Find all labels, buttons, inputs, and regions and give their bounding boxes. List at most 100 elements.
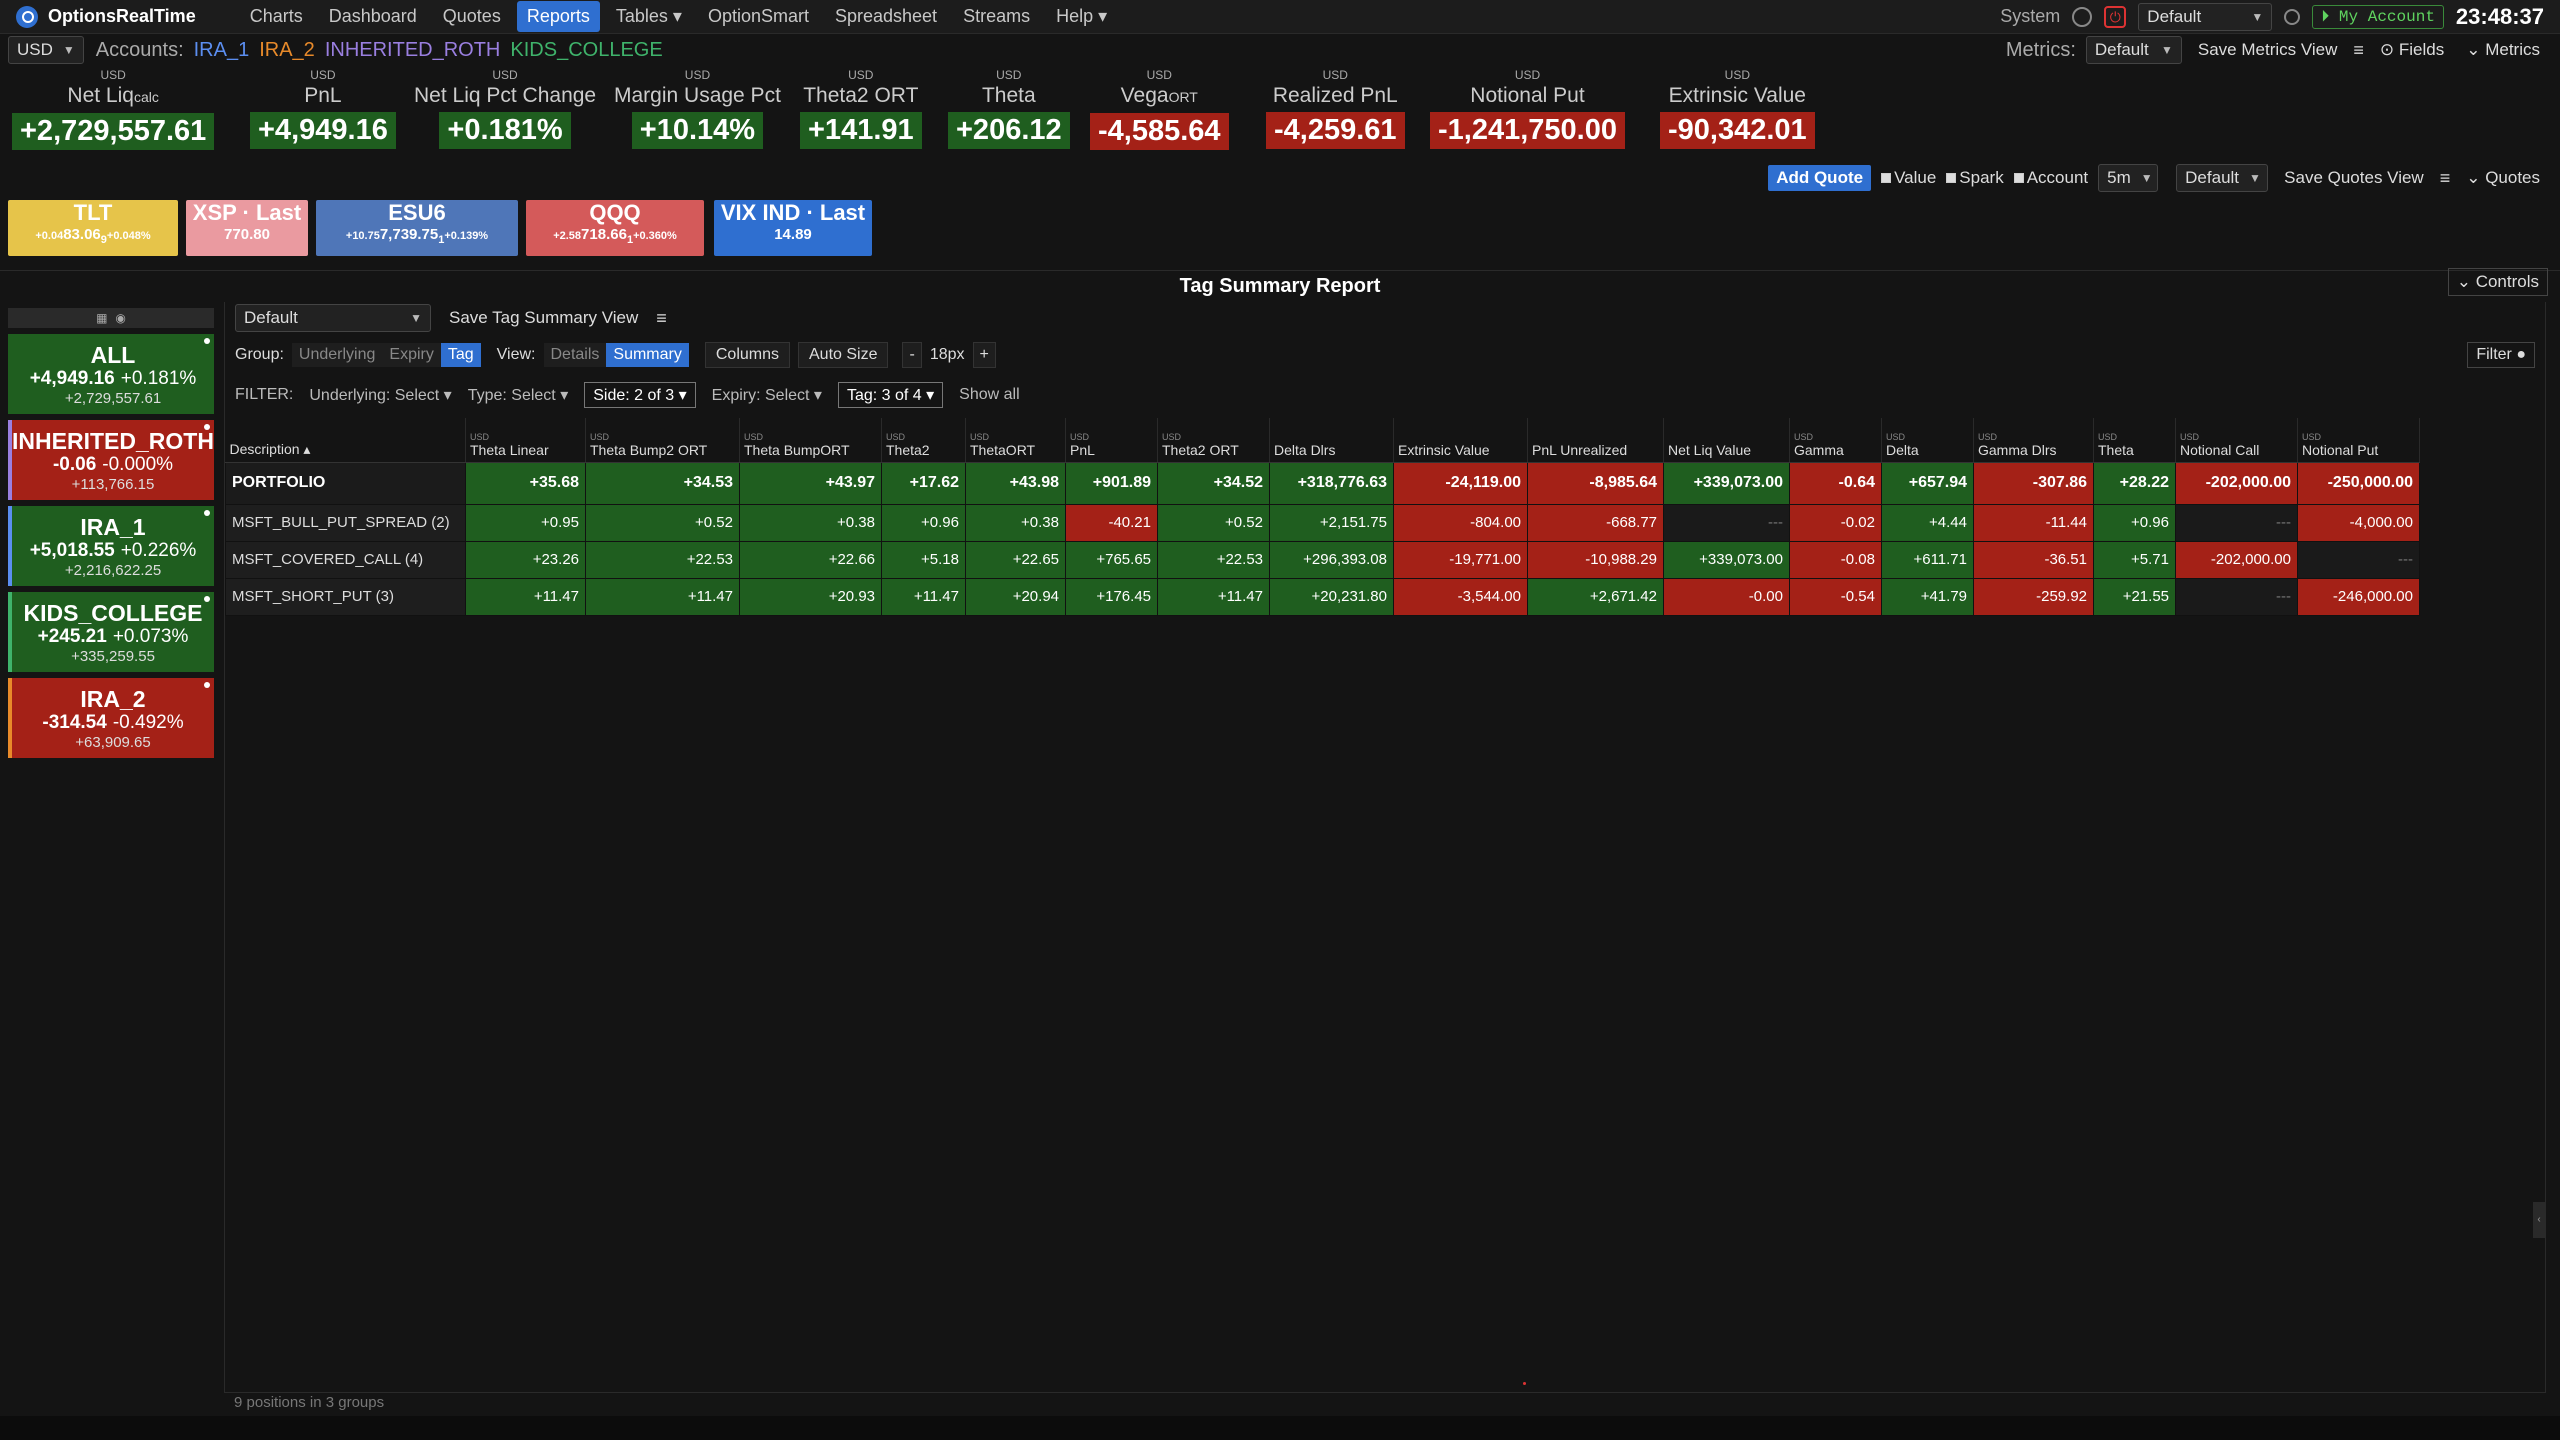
filter-2[interactable]: Side: 2 of 3 ▾ — [584, 382, 696, 408]
app-logo[interactable]: OptionsRealTime — [16, 5, 196, 28]
column-header[interactable]: Extrinsic Value — [1393, 418, 1528, 463]
table-row[interactable]: MSFT_COVERED_CALL (4) +23.26 +22.53 +22.66 +… — [225, 540, 2420, 579]
auto-size-button[interactable]: Auto Size — [798, 342, 889, 368]
column-header[interactable]: Delta Dlrs — [1269, 418, 1394, 463]
system-label[interactable]: System — [2000, 6, 2060, 27]
filter-button[interactable]: Filter ● — [2467, 342, 2535, 368]
columns-button[interactable]: Columns — [704, 342, 790, 368]
interval-select[interactable]: 5m ▼ — [2098, 164, 2159, 192]
column-header[interactable]: USD Notional Put — [2297, 418, 2420, 463]
table-cell: +765.65 — [1065, 540, 1158, 579]
column-header[interactable]: USD ThetaORT — [965, 418, 1066, 463]
nav-item-8[interactable]: Help ▾ — [1046, 1, 1117, 32]
metric-name: Margin Usage Pct — [614, 84, 781, 108]
filter-4[interactable]: Tag: 3 of 4 ▾ — [837, 382, 944, 408]
nav-item-7[interactable]: Streams — [953, 1, 1040, 32]
quote-tile[interactable]: ESU6 +10.757,739.751+0.139% — [316, 200, 518, 256]
column-header[interactable]: USD Gamma — [1789, 418, 1882, 463]
account-card-ira_2[interactable]: IRA_2 -314.54 -0.492% +63,909.65 — [8, 678, 214, 758]
column-header[interactable]: Description ▴ — [225, 418, 466, 463]
view-option-details[interactable]: Details — [543, 343, 607, 367]
account-checkbox[interactable]: Account — [2013, 168, 2088, 188]
filter-1[interactable]: Type: Select ▾ — [468, 385, 569, 405]
quotes-button[interactable]: ⌄ Quotes — [2460, 165, 2546, 191]
status-dot — [204, 682, 210, 688]
filter-5[interactable]: Show all — [959, 386, 1019, 404]
table-cell: +11.47 — [881, 577, 966, 616]
column-header[interactable]: USD Theta2 ORT — [1157, 418, 1270, 463]
account-card-kids_college[interactable]: KIDS_COLLEGE +245.21 +0.073% +335,259.55 — [8, 592, 214, 672]
column-header[interactable]: PnL Unrealized — [1527, 418, 1664, 463]
table-cell: +2,151.75 — [1269, 503, 1394, 542]
menu-icon[interactable]: ≡ — [656, 308, 667, 329]
nav-item-5[interactable]: OptionSmart — [698, 1, 819, 32]
metrics-view-select[interactable]: Default ▼ — [2085, 36, 2182, 64]
save-metrics-view-button[interactable]: Save Metrics View — [2192, 37, 2344, 63]
column-header[interactable]: Net Liq Value — [1663, 418, 1790, 463]
filter-0[interactable]: Underlying: Select ▾ — [309, 385, 451, 405]
refresh-icon[interactable] — [2072, 6, 2093, 27]
currency-select[interactable]: USD ▼ — [8, 36, 84, 64]
metric-unit: USD — [492, 68, 518, 82]
table-row[interactable]: MSFT_SHORT_PUT (3) +11.47 +11.47 +20.93 +11.… — [225, 577, 2420, 616]
view-option-summary[interactable]: Summary — [606, 343, 689, 367]
column-header[interactable]: USD Theta2 — [881, 418, 966, 463]
account-card-all[interactable]: ALL +4,949.16 +0.181% +2,729,557.61 — [8, 334, 214, 414]
table-row[interactable]: PORTFOLIO +35.68 +34.53 +43.97 +17.62 +43.98 +… — [225, 461, 2420, 505]
menu-icon[interactable]: ≡ — [2353, 40, 2364, 61]
my-account-button[interactable]: ⏵ My Account — [2312, 4, 2444, 29]
column-header[interactable]: USD Theta — [2093, 418, 2176, 463]
grid-icon[interactable]: ▦ — [96, 311, 107, 325]
nav-item-1[interactable]: Dashboard — [319, 1, 427, 32]
group-option-tag[interactable]: Tag — [440, 343, 481, 367]
column-header[interactable]: USD Notional Call — [2175, 418, 2298, 463]
column-header[interactable]: USD PnL — [1065, 418, 1158, 463]
metric-name: Theta2 ORT — [800, 84, 922, 108]
quote-tile[interactable]: XSP · Last 770.80 — [186, 200, 308, 256]
column-name: Delta — [1886, 441, 1919, 458]
controls-button[interactable]: ⌄ Controls — [2447, 268, 2548, 296]
account-card-inherited_roth[interactable]: INHERITED_ROTH -0.06 -0.000% +113,766.15 — [8, 420, 214, 500]
nav-item-6[interactable]: Spreadsheet — [825, 1, 947, 32]
quote-tile[interactable]: TLT +0.0483.069+0.048% — [8, 200, 178, 256]
account-link-kids_college[interactable]: KIDS_COLLEGE — [510, 39, 662, 61]
nav-item-3[interactable]: Reports — [516, 1, 600, 32]
save-quotes-view-button[interactable]: Save Quotes View — [2278, 165, 2430, 191]
column-header[interactable]: USD Gamma Dlrs — [1973, 418, 2094, 463]
save-tag-summary-view-button[interactable]: Save Tag Summary View — [443, 305, 644, 331]
metrics-button[interactable]: ⌄ Metrics — [2460, 37, 2546, 63]
account-link-ira_1[interactable]: IRA_1 — [194, 39, 250, 61]
menu-icon[interactable]: ≡ — [2440, 168, 2451, 189]
quote-tile[interactable]: QQQ +2.58718.661+0.360% — [526, 200, 704, 256]
spark-checkbox[interactable]: Spark — [1946, 168, 2004, 188]
nav-item-2[interactable]: Quotes — [433, 1, 511, 32]
quotes-view-select[interactable]: Default ▼ — [2176, 164, 2269, 192]
metric-value: -90,342.01 — [1660, 112, 1815, 149]
account-link-inherited_roth[interactable]: INHERITED_ROTH — [325, 39, 501, 61]
tag-summary-view-select[interactable]: Default ▼ — [235, 304, 431, 332]
nav-item-0[interactable]: Charts — [240, 1, 313, 32]
filter-3[interactable]: Expiry: Select ▾ — [712, 385, 822, 405]
group-option-expiry[interactable]: Expiry — [382, 343, 441, 367]
collapse-tab[interactable]: ‹ — [2533, 1202, 2545, 1238]
font-increase-button[interactable]: + — [972, 342, 996, 368]
font-decrease-button[interactable]: - — [902, 342, 922, 368]
group-option-underlying[interactable]: Underlying — [291, 343, 383, 367]
column-header[interactable]: USD Theta Bump2 ORT — [585, 418, 740, 463]
account-link-ira_2[interactable]: IRA_2 — [259, 39, 315, 61]
metrics-bar: USD Net Liqcalc +2,729,557.61 USD PnL +4,949.… — [0, 68, 2560, 160]
settings-icon[interactable] — [2284, 8, 2301, 25]
quote-tile[interactable]: VIX IND · Last 14.89 — [714, 200, 872, 256]
fields-button[interactable]: ⊙ Fields — [2374, 37, 2450, 63]
target-icon[interactable]: ◉ — [115, 311, 125, 325]
column-header[interactable]: USD Theta Linear — [465, 418, 586, 463]
account-card-ira_1[interactable]: IRA_1 +5,018.55 +0.226% +2,216,622.25 — [8, 506, 214, 586]
table-row[interactable]: MSFT_BULL_PUT_SPREAD (2) +0.95 +0.52 +0.38 +… — [225, 503, 2420, 542]
profile-select[interactable]: Default ▼ — [2138, 2, 2273, 31]
add-quote-button[interactable]: Add Quote — [1768, 165, 1872, 191]
nav-item-4[interactable]: Tables ▾ — [606, 1, 692, 32]
column-header[interactable]: USD Theta BumpORT — [739, 418, 882, 463]
column-header[interactable]: USD Delta — [1881, 418, 1974, 463]
value-checkbox[interactable]: Value — [1881, 168, 1936, 188]
power-icon[interactable]: ⏻ — [2104, 5, 2127, 28]
